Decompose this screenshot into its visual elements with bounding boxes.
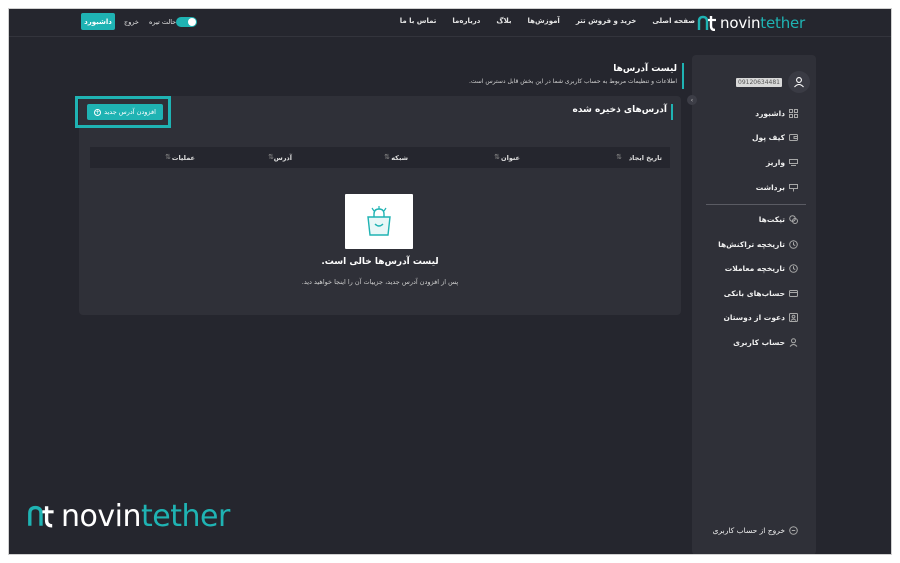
- sidebar-item-label: داشبورد: [755, 109, 785, 118]
- saved-addresses-card: آدرس‌های ذخیره شده افزودن آدرس جدید + تا…: [75, 96, 681, 315]
- empty-state-description: پس از افزودن آدرس جدید، جزییات آن را این…: [301, 278, 459, 286]
- sidebar-item-transaction-history[interactable]: تاریخچه تراکنش‌ها: [718, 240, 798, 249]
- grid-icon: [789, 109, 798, 118]
- card-title: آدرس‌های ذخیره شده: [572, 105, 668, 115]
- sidebar-collapse-button[interactable]: ›: [687, 95, 697, 105]
- logout-link[interactable]: خروج: [124, 18, 139, 26]
- sort-icon[interactable]: ⇅: [494, 153, 500, 161]
- sidebar-item-label: دعوت از دوستان: [723, 313, 786, 322]
- add-address-label: افزودن آدرس جدید: [104, 108, 156, 116]
- sidebar-item-label: حساب کاربری: [733, 338, 785, 347]
- shopping-bag-icon: [367, 205, 391, 236]
- sort-icon[interactable]: ⇅: [268, 153, 274, 161]
- menu-item-home[interactable]: صفحه اصلی: [652, 17, 695, 25]
- sidebar-item-deposit[interactable]: واریز: [766, 158, 798, 167]
- ticket-icon: [789, 215, 798, 224]
- brand-word-2: tether: [760, 14, 805, 32]
- plus-circle-icon: +: [94, 108, 102, 116]
- clock-icon: [789, 264, 798, 273]
- sidebar-item-withdraw[interactable]: برداشت: [756, 183, 798, 192]
- card-icon: [789, 289, 798, 298]
- sort-icon[interactable]: ⇅: [616, 153, 622, 161]
- brand-word-1: novin: [61, 498, 141, 534]
- column-title[interactable]: عنوان: [501, 154, 520, 162]
- main-menu: صفحه اصلی خرید و فروش تتر آموزش‌ها بلاگ …: [400, 17, 695, 25]
- sidebar-item-user-account[interactable]: حساب کاربری: [733, 338, 798, 347]
- withdraw-icon: [789, 183, 798, 192]
- page-description: اطلاعات و تنظیمات مربوط به حساب کاربری ش…: [469, 78, 677, 85]
- sidebar-item-label: حساب‌های بانکی: [723, 289, 785, 298]
- menu-item-contact[interactable]: تماس با ما: [400, 17, 437, 25]
- sidebar-item-label: تاریخچه تراکنش‌ها: [718, 240, 785, 249]
- sidebar-item-label: واریز: [765, 158, 785, 167]
- column-created-date[interactable]: تاریخ ایجاد: [629, 154, 662, 162]
- user-profile[interactable]: 09120634481: [736, 71, 810, 93]
- dark-mode-toggle[interactable]: [176, 17, 197, 27]
- app-frame: novintether صفحه اصلی خرید و فروش تتر آم…: [8, 8, 892, 555]
- invite-icon: [789, 313, 798, 322]
- sidebar-item-dashboard[interactable]: داشبورد: [755, 109, 798, 118]
- table-header: تاریخ ایجاد ⇅ عنوان ⇅ شبکه ⇅ آدرس ⇅ عملی…: [90, 147, 670, 168]
- user-icon: [789, 338, 798, 347]
- dashboard-button[interactable]: داشبورد: [81, 13, 115, 30]
- column-address[interactable]: آدرس: [274, 154, 292, 162]
- brand-word-1: novin: [720, 14, 761, 32]
- menu-item-education[interactable]: آموزش‌ها: [528, 17, 560, 25]
- brand-word-2: tether: [140, 498, 230, 534]
- sidebar-divider: [706, 204, 806, 205]
- user-icon: [794, 77, 804, 88]
- sidebar-item-label: برداشت: [755, 183, 785, 192]
- sidebar-item-label: کیف پول: [752, 133, 785, 142]
- brand-watermark-logo: novintether: [27, 498, 230, 534]
- empty-bag-illustration: [345, 194, 413, 249]
- sidebar-item-trade-history[interactable]: تاریخچه معاملات: [725, 264, 798, 273]
- brand-logo[interactable]: novintether: [697, 13, 805, 33]
- sort-icon[interactable]: ⇅: [165, 153, 171, 161]
- menu-item-buy-sell[interactable]: خرید و فروش تتر: [576, 17, 637, 25]
- sidebar: 09120634481 › داشبورد کیف پول واریز بردا…: [687, 55, 816, 554]
- sidebar-item-tickets[interactable]: تیکت‌ها: [759, 215, 798, 224]
- card-title-accent: [671, 104, 673, 120]
- deposit-icon: [789, 158, 798, 167]
- avatar: [788, 71, 810, 93]
- page-title-accent: [682, 63, 684, 89]
- sidebar-item-wallet[interactable]: کیف پول: [752, 133, 798, 142]
- page-title: لیست آدرس‌ها: [613, 64, 677, 74]
- user-id: 09120634481: [736, 77, 782, 87]
- sidebar-item-label: تیکت‌ها: [758, 215, 785, 224]
- brand-mark-icon: [697, 15, 717, 31]
- menu-item-blog[interactable]: بلاگ: [496, 17, 511, 25]
- column-actions[interactable]: عملیات: [172, 154, 195, 162]
- brand-mark-icon: [28, 505, 54, 528]
- empty-state-title: لیست آدرس‌ها خالی است.: [321, 257, 439, 267]
- history-icon: [789, 240, 798, 249]
- sort-icon[interactable]: ⇅: [384, 153, 390, 161]
- logout-icon: [789, 526, 798, 535]
- sidebar-item-bank-accounts[interactable]: حساب‌های بانکی: [724, 289, 798, 298]
- sidebar-item-invite-friends[interactable]: دعوت از دوستان: [723, 313, 798, 322]
- add-address-button[interactable]: افزودن آدرس جدید +: [87, 104, 163, 120]
- column-network[interactable]: شبکه: [391, 154, 408, 162]
- dark-mode-label: حالت تیره: [149, 18, 177, 26]
- sidebar-item-label: تاریخچه معاملات: [724, 264, 785, 273]
- menu-item-about[interactable]: درباره‌ما: [452, 17, 480, 25]
- top-navbar: novintether صفحه اصلی خرید و فروش تتر آم…: [9, 9, 891, 37]
- sidebar-logout[interactable]: خروج از حساب کاربری: [713, 526, 798, 535]
- wallet-icon: [789, 133, 798, 142]
- sidebar-logout-label: خروج از حساب کاربری: [712, 526, 785, 535]
